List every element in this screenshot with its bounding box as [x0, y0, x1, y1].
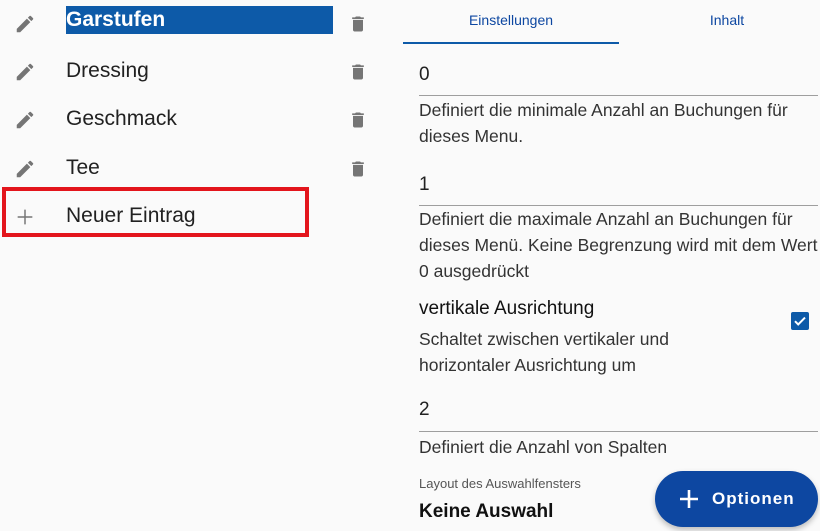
delete-icon[interactable]: [348, 61, 368, 83]
settings-panel: Einstellungen Inhalt 0 Definiert die min…: [380, 0, 820, 531]
list-item-label: Dressing: [66, 59, 149, 82]
edit-icon[interactable]: [14, 109, 36, 131]
layout-select-label: Layout des Auswahlfensters: [419, 476, 581, 491]
plus-icon: [17, 209, 33, 225]
new-entry-button[interactable]: Neuer Eintrag: [0, 193, 380, 241]
tab-inhalt[interactable]: Inhalt: [619, 0, 820, 44]
columns-underline: [419, 431, 818, 432]
entry-list: Garstufen Dressing Geschmack Tee Neuer E…: [0, 0, 380, 531]
edit-icon[interactable]: [14, 61, 36, 83]
columns-description: Definiert die Anzahl von Spalten: [419, 437, 668, 457]
plus-icon: [680, 490, 698, 508]
vertical-orientation-checkbox[interactable]: [791, 312, 809, 330]
min-bookings-description: Definiert die minimale Anzahl an Buchung…: [419, 100, 788, 146]
list-item-label: Geschmack: [66, 107, 177, 130]
new-entry-label: Neuer Eintrag: [66, 204, 196, 227]
options-button[interactable]: Optionen: [655, 471, 818, 527]
edit-icon[interactable]: [14, 13, 36, 35]
list-item[interactable]: Geschmack: [0, 96, 380, 144]
layout-select[interactable]: Keine Auswahl: [419, 501, 553, 523]
max-bookings-input[interactable]: 1: [419, 174, 430, 196]
min-bookings-input[interactable]: 0: [419, 64, 430, 86]
options-button-label: Optionen: [712, 489, 795, 508]
delete-icon[interactable]: [348, 109, 368, 131]
list-item[interactable]: Garstufen: [0, 0, 380, 48]
edit-icon[interactable]: [14, 158, 36, 180]
check-icon: [794, 316, 806, 326]
list-item[interactable]: Dressing: [0, 48, 380, 96]
list-item-label: Tee: [66, 156, 100, 179]
list-item[interactable]: Tee: [0, 145, 380, 193]
vertical-orientation-title: vertikale Ausrichtung: [419, 298, 595, 319]
delete-icon[interactable]: [348, 158, 368, 180]
delete-icon[interactable]: [348, 13, 368, 35]
vertical-orientation-description: Schaltet zwischen vertikaler und horizon…: [419, 329, 669, 375]
min-bookings-underline: [419, 95, 818, 96]
tab-einstellungen[interactable]: Einstellungen: [403, 0, 619, 44]
columns-input[interactable]: 2: [419, 399, 430, 421]
max-bookings-description: Definiert die maximale Anzahl an Buchung…: [419, 209, 818, 281]
list-item-label: Garstufen: [66, 6, 333, 34]
